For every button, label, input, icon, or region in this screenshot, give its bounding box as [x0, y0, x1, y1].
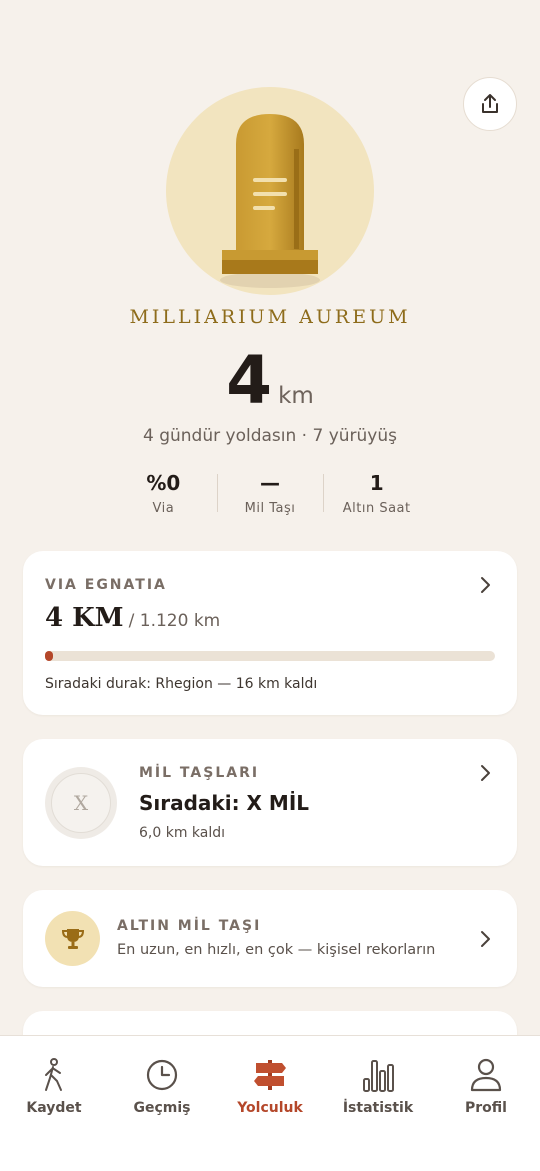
- milestones-remaining: 6,0 km kaldı: [139, 825, 226, 841]
- distance-value: 4: [226, 342, 273, 419]
- nav-label: Profil: [465, 1100, 507, 1116]
- total-distance: 4 km: [0, 342, 540, 419]
- app-title: MILLIARIUM AUREUM: [129, 306, 411, 328]
- milestone-badge: X: [45, 767, 117, 839]
- nav-label: Geçmiş: [133, 1100, 191, 1116]
- chevron-right-icon: [481, 765, 490, 781]
- bottom-nav: Kaydet Geçmiş Yolculuk İstatistik Profil: [0, 1035, 540, 1171]
- milestone-badge-inner: X: [51, 773, 111, 833]
- chevron-right-icon: [481, 931, 490, 947]
- nav-label: Kaydet: [26, 1100, 82, 1116]
- via-kicker: VIA EGNATIA: [45, 577, 167, 593]
- trophy-badge: [45, 911, 100, 966]
- clock-icon: [146, 1059, 178, 1091]
- via-distance: 4 KM / 1.120 km: [45, 603, 220, 633]
- via-next-stop: Sıradaki durak: Rhegion — 16 km kaldı: [45, 676, 318, 692]
- golden-kicker: ALTIN MİL TAŞI: [117, 918, 262, 934]
- milestones-card[interactable]: X MİL TAŞLARI Sıradaki: X MİL 6,0 km kal…: [23, 739, 517, 866]
- signpost-icon: [254, 1060, 286, 1090]
- via-progress-track: [45, 651, 495, 661]
- stat-label: Mil Taşı: [244, 501, 296, 516]
- user-icon: [470, 1058, 502, 1092]
- milestone-badge-numeral: X: [73, 791, 89, 815]
- stat-label: Altın Saat: [342, 501, 411, 516]
- walk-icon: [45, 1058, 62, 1091]
- stat-value: 1: [369, 471, 384, 495]
- nav-label: Yolculuk: [237, 1100, 303, 1116]
- trophy-icon: [61, 928, 84, 949]
- nav-istatistik[interactable]: İstatistik: [324, 1036, 432, 1171]
- share-button[interactable]: [463, 77, 517, 131]
- bar-chart-icon: [363, 1060, 394, 1092]
- stats-row: %0 Via — Mil Taşı 1 Altın Saat: [110, 470, 430, 520]
- golden-description: En uzun, en hızlı, en çok — kişisel reko…: [117, 942, 436, 958]
- via-current: 4 KM: [45, 603, 124, 633]
- via-progress-fill: [45, 651, 53, 661]
- nav-gecmis[interactable]: Geçmiş: [108, 1036, 216, 1171]
- stat-via: %0 Via: [110, 470, 217, 520]
- chevron-right-icon: [481, 577, 490, 593]
- nav-label: İstatistik: [342, 1100, 414, 1116]
- stat-value: %0: [146, 471, 181, 495]
- via-card[interactable]: VIA EGNATIA 4 KM / 1.120 km Sıradaki dur…: [23, 551, 517, 715]
- nav-yolculuk[interactable]: Yolculuk: [216, 1036, 324, 1171]
- stat-value: —: [260, 471, 280, 495]
- milestone-icon: [220, 114, 320, 288]
- milestones-kicker: MİL TAŞLARI: [139, 765, 260, 781]
- via-total: / 1.120 km: [128, 611, 221, 631]
- milestones-next: Sıradaki: X MİL: [139, 791, 310, 815]
- nav-kaydet[interactable]: Kaydet: [0, 1036, 108, 1171]
- stat-label: Via: [152, 501, 175, 516]
- nav-profil[interactable]: Profil: [432, 1036, 540, 1171]
- share-icon: [482, 94, 498, 113]
- stat-golden-hour: 1 Altın Saat: [323, 470, 430, 520]
- distance-unit: km: [278, 383, 314, 409]
- stat-milestone: — Mil Taşı: [216, 470, 324, 520]
- golden-milestone-card[interactable]: ALTIN MİL TAŞI En uzun, en hızlı, en çok…: [23, 890, 517, 987]
- journey-summary: 4 gündür yoldasın · 7 yürüyüş: [143, 426, 397, 446]
